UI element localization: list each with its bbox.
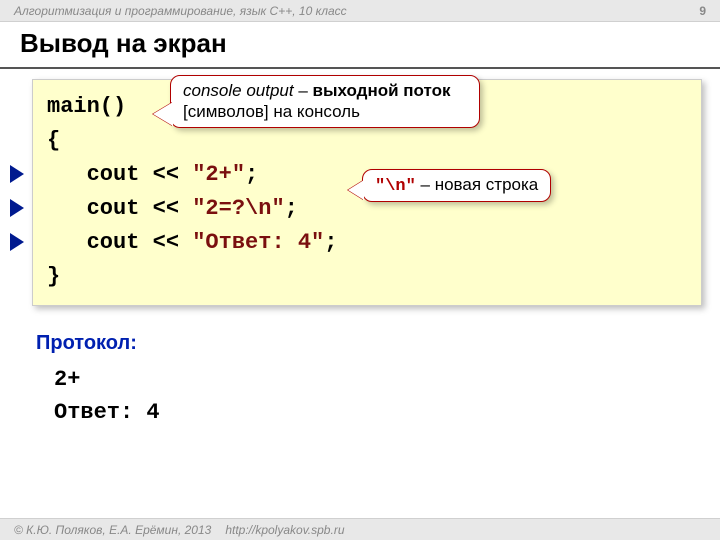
callout-text: [символов] на консоль	[183, 102, 360, 121]
code-line: {	[47, 124, 687, 158]
code-area: main() { cout << "2+"; cout << "2=?\n"; …	[32, 79, 702, 306]
callout-newline: "\n" – новая строка	[362, 169, 551, 202]
code-line: cout << "Ответ: 4";	[47, 226, 687, 260]
footer-copyright: © К.Ю. Поляков, Е.А. Ерёмин, 2013	[14, 523, 211, 537]
callout-tail-icon	[153, 102, 173, 126]
page-number: 9	[699, 4, 706, 18]
protocol-output: 2+	[54, 363, 720, 396]
callout-code: "\n"	[375, 177, 416, 196]
callout-text: console output	[183, 81, 294, 100]
protocol-area: Протокол: 2+ Ответ: 4	[36, 332, 720, 429]
callout-console-output: console output – выходной поток [символо…	[170, 75, 480, 128]
slide-title: Вывод на экран	[0, 22, 720, 69]
arrow-icon	[10, 165, 24, 183]
arrow-icon	[10, 233, 24, 251]
callout-text: – новая строка	[416, 175, 538, 194]
header-bar: Алгоритмизация и программирование, язык …	[0, 0, 720, 22]
footer-bar: © К.Ю. Поляков, Е.А. Ерёмин, 2013 http:/…	[0, 518, 720, 540]
code-line: }	[47, 260, 687, 294]
protocol-output: Ответ: 4	[54, 396, 720, 429]
protocol-label: Протокол:	[36, 332, 720, 355]
callout-tail-icon	[348, 180, 364, 200]
footer-url: http://kpolyakov.spb.ru	[225, 523, 344, 537]
arrow-icon	[10, 199, 24, 217]
callout-text: выходной поток	[313, 81, 451, 100]
header-subject: Алгоритмизация и программирование, язык …	[14, 4, 347, 18]
